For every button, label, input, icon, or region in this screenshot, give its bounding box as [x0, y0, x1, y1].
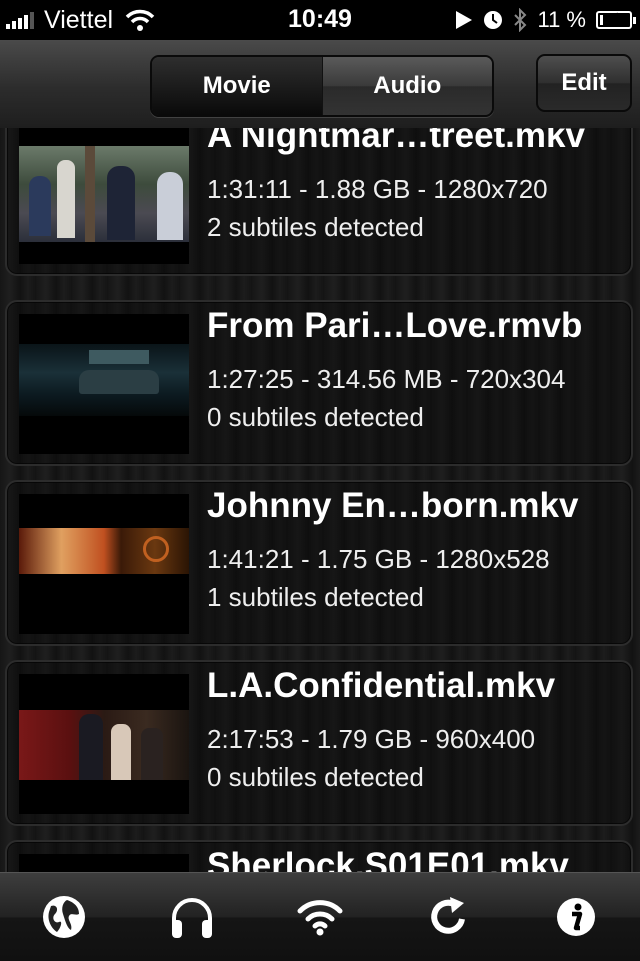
play-icon	[456, 11, 473, 29]
tab-info[interactable]	[512, 873, 640, 961]
headphones-icon	[172, 898, 212, 938]
wifi-icon	[297, 900, 343, 936]
tab-audio[interactable]	[128, 873, 256, 961]
status-bar: Viettel 10:49 11 % ⚡	[0, 0, 640, 40]
video-title: Sherlock.S01E01.mkv	[207, 846, 569, 872]
tab-bar	[0, 872, 640, 961]
edit-button[interactable]: Edit	[536, 54, 632, 112]
video-row[interactable]: A Nightmar…treet.mkv 1:31:11 - 1.88 GB -…	[5, 128, 633, 276]
video-title: L.A.Confidential.mkv	[207, 666, 556, 705]
video-meta: 1:27:25 - 314.56 MB - 720x304	[207, 364, 566, 394]
video-title: Johnny En…born.mkv	[207, 486, 579, 525]
video-row[interactable]: Johnny En…born.mkv 1:41:21 - 1.75 GB - 1…	[5, 480, 633, 646]
tab-refresh[interactable]	[384, 873, 512, 961]
subtitle-count: 1 subtiles detected	[207, 582, 424, 612]
subtitle-count: 0 subtiles detected	[207, 402, 424, 432]
video-meta: 2:17:53 - 1.79 GB - 960x400	[207, 724, 536, 754]
video-meta: 1:41:21 - 1.75 GB - 1280x528	[207, 544, 550, 574]
video-thumbnail	[19, 494, 189, 634]
battery-icon: ⚡	[596, 10, 636, 29]
subtitle-count: 2 subtiles detected	[207, 212, 424, 242]
video-title: A Nightmar…treet.mkv	[207, 128, 585, 155]
battery-percent: 11 %	[537, 7, 586, 32]
globe-icon	[43, 896, 85, 938]
refresh-icon	[431, 897, 465, 934]
media-type-segmented-control[interactable]: Movie Audio	[150, 55, 494, 117]
video-thumbnail	[19, 314, 189, 454]
video-thumbnail	[19, 128, 189, 264]
subtitle-count: 0 subtiles detected	[207, 762, 424, 792]
video-meta: 1:31:11 - 1.88 GB - 1280x720	[207, 174, 548, 204]
navigation-bar: Movie Audio Edit	[0, 40, 640, 130]
segment-movie[interactable]: Movie	[152, 57, 322, 115]
video-list[interactable]: A Nightmar…treet.mkv 1:31:11 - 1.88 GB -…	[0, 128, 640, 872]
video-row[interactable]: From Pari…Love.rmvb 1:27:25 - 314.56 MB …	[5, 300, 633, 466]
segment-audio[interactable]: Audio	[321, 57, 492, 115]
tab-web[interactable]	[0, 873, 128, 961]
video-row[interactable]: Sherlock.S01E01.mkv	[5, 840, 633, 872]
video-title: From Pari…Love.rmvb	[207, 306, 583, 345]
tab-wifi-transfer[interactable]	[256, 873, 384, 961]
bluetooth-icon	[514, 8, 527, 32]
video-thumbnail	[19, 674, 189, 814]
video-row[interactable]: L.A.Confidential.mkv 2:17:53 - 1.79 GB -…	[5, 660, 633, 826]
info-icon	[557, 898, 595, 936]
video-thumbnail	[19, 854, 189, 872]
clock-icon	[484, 11, 503, 29]
